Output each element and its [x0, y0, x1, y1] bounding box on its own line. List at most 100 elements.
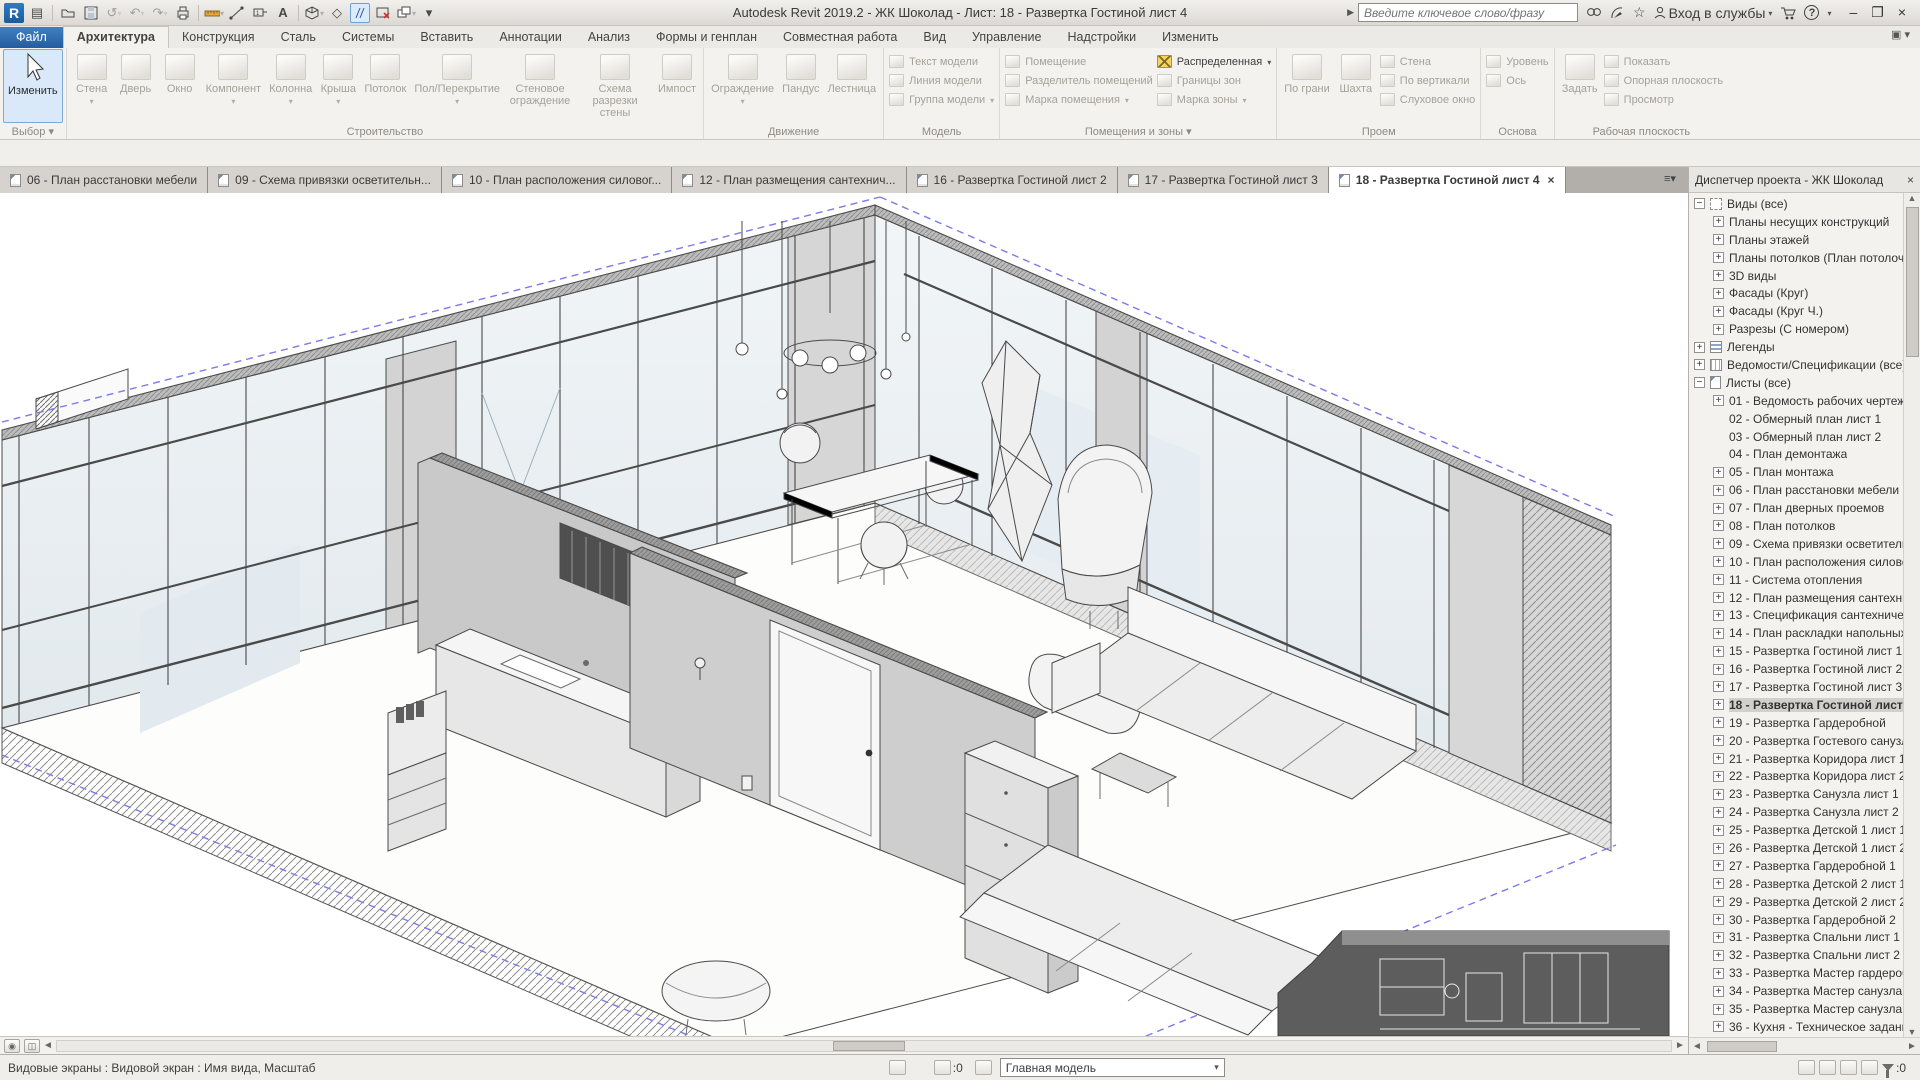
- tree-expander-icon[interactable]: [1713, 216, 1724, 227]
- tree-item[interactable]: 09 - Схема привязки осветительных прибор…: [1689, 535, 1903, 553]
- tree-expander-icon[interactable]: [1713, 288, 1724, 299]
- ribbon-tab[interactable]: Аннотации: [486, 27, 574, 48]
- tree-item[interactable]: 04 - План демонтажа: [1689, 445, 1903, 463]
- curtain-system-button[interactable]: Стеновое ограждение: [504, 49, 576, 108]
- drawing-area[interactable]: [0, 193, 1688, 1036]
- tree-item[interactable]: 31 - Развертка Спальни лист 1: [1689, 929, 1903, 947]
- ramp-button[interactable]: Пандус: [778, 49, 823, 96]
- save-icon[interactable]: [81, 3, 101, 23]
- door-button[interactable]: Дверь: [114, 49, 158, 96]
- tree-item[interactable]: 27 - Развертка Гардеробной 1: [1689, 857, 1903, 875]
- close-button[interactable]: ×: [1898, 4, 1906, 21]
- tree-expander-icon[interactable]: [1713, 1021, 1724, 1032]
- tree-item[interactable]: Виды (все): [1689, 195, 1903, 213]
- ribbon-tab[interactable]: Анализ: [575, 27, 643, 48]
- tree-expander-icon[interactable]: [1713, 324, 1724, 335]
- tree-item[interactable]: 32 - Развертка Спальни лист 2: [1689, 946, 1903, 964]
- doc-tab[interactable]: 06 - План расстановки мебели ×: [0, 167, 208, 193]
- opening-by-face-button[interactable]: По грани: [1280, 49, 1334, 96]
- shaft-button[interactable]: Шахта: [1334, 49, 1378, 96]
- restore-button[interactable]: ❐: [1871, 4, 1884, 21]
- room-tag-button[interactable]: Марка помещения▾: [1005, 91, 1153, 108]
- reveal-hidden-elements-icon[interactable]: ◉: [4, 1039, 20, 1053]
- ribbon-tab[interactable]: Сталь: [268, 27, 329, 48]
- open-icon[interactable]: [58, 3, 78, 23]
- ribbon-tab[interactable]: Управление: [959, 27, 1055, 48]
- tree-item[interactable]: 33 - Развертка Мастер гардеробной: [1689, 964, 1903, 982]
- tree-expander-icon[interactable]: [1713, 252, 1724, 263]
- ribbon-display-toggle[interactable]: ▣ ▾: [1881, 28, 1920, 44]
- doc-tab[interactable]: 18 - Развертка Гостиной лист 4 ×: [1329, 167, 1566, 193]
- wall-button[interactable]: Стена▾: [70, 49, 114, 109]
- tree-expander-icon[interactable]: [1713, 699, 1724, 710]
- ribbon-tab[interactable]: Архитектура: [63, 26, 169, 48]
- tree-expander-icon[interactable]: [1713, 950, 1724, 961]
- tree-item[interactable]: Планы этажей: [1689, 231, 1903, 249]
- tree-item[interactable]: 14 - План раскладки напольных покрытий: [1689, 624, 1903, 642]
- sync-icon[interactable]: ↺▾: [104, 3, 124, 23]
- wall-opening-button[interactable]: Стена: [1380, 53, 1476, 70]
- tree-expander-icon[interactable]: [1713, 467, 1724, 478]
- scroll-up-icon[interactable]: ▲: [1908, 193, 1917, 203]
- section-icon[interactable]: ◇: [327, 3, 347, 23]
- tree-item[interactable]: 15 - Развертка Гостиной лист 1: [1689, 642, 1903, 660]
- tree-item[interactable]: 16 - Развертка Гостиной лист 2: [1689, 660, 1903, 678]
- exclude-options-icon[interactable]: [1798, 1060, 1815, 1075]
- revit-logo[interactable]: R: [4, 3, 24, 23]
- tree-item[interactable]: 18 - Развертка Гостиной лист 4: [1689, 696, 1903, 714]
- tree-item[interactable]: 29 - Развертка Детской 2 лист 2: [1689, 893, 1903, 911]
- grid-button[interactable]: Ось: [1486, 72, 1548, 89]
- tree-item[interactable]: Ведомости/Спецификации (все): [1689, 356, 1903, 374]
- modify-button[interactable]: Изменить: [3, 49, 63, 123]
- tree-expander-icon[interactable]: [1713, 520, 1724, 531]
- ribbon-tab[interactable]: Вставить: [407, 27, 486, 48]
- tree-expander-icon[interactable]: [1713, 986, 1724, 997]
- tree-item[interactable]: 07 - План дверных проемов: [1689, 499, 1903, 517]
- tree-item[interactable]: 35 - Развертка Мастер санузла лист 2: [1689, 1000, 1903, 1018]
- tree-expander-icon[interactable]: [1694, 198, 1705, 209]
- doc-tab[interactable]: 09 - Схема привязки осветительн... ×: [208, 167, 442, 193]
- help-search-input[interactable]: [1358, 3, 1578, 22]
- tree-item[interactable]: 06 - План расстановки мебели: [1689, 481, 1903, 499]
- doc-tab[interactable]: 16 - Развертка Гостиной лист 2 ×: [907, 167, 1118, 193]
- room-button[interactable]: Помещение: [1005, 53, 1153, 70]
- tree-expander-icon[interactable]: [1713, 932, 1724, 943]
- level-button[interactable]: Уровень: [1486, 53, 1548, 70]
- help-menu-arrow[interactable]: ▾: [1827, 9, 1831, 18]
- tree-expander-icon[interactable]: [1713, 538, 1724, 549]
- tree-item[interactable]: 23 - Развертка Санузла лист 1: [1689, 785, 1903, 803]
- tree-expander-icon[interactable]: [1713, 771, 1724, 782]
- tree-item[interactable]: 05 - План монтажа: [1689, 463, 1903, 481]
- tree-item[interactable]: Легенды: [1689, 338, 1903, 356]
- model-group-button[interactable]: Группа модели▾: [889, 91, 994, 108]
- search-expand-icon[interactable]: ▶: [1347, 7, 1354, 18]
- tree-item[interactable]: Фасады (Круг): [1689, 284, 1903, 302]
- tree-expander-icon[interactable]: [1713, 610, 1724, 621]
- railing-button[interactable]: Ограждение▾: [707, 49, 778, 109]
- tree-item[interactable]: 11 - Система отопления: [1689, 571, 1903, 589]
- favorites-icon[interactable]: ☆: [1633, 4, 1646, 21]
- tree-item[interactable]: 36 - Кухня - Техническое задание: [1689, 1018, 1903, 1036]
- aligned-dimension-icon[interactable]: [227, 3, 247, 23]
- set-workplane-button[interactable]: Задать: [1558, 49, 1602, 96]
- tree-expander-icon[interactable]: [1713, 503, 1724, 514]
- curtain-grid-button[interactable]: Схема разрезки стены: [576, 49, 654, 120]
- tree-expander-icon[interactable]: [1713, 753, 1724, 764]
- tree-expander-icon[interactable]: [1713, 592, 1724, 603]
- sign-in-label[interactable]: Вход в службы: [1669, 5, 1766, 21]
- room-separator-button[interactable]: Разделитель помещений: [1005, 72, 1153, 89]
- tree-expander-icon[interactable]: [1713, 789, 1724, 800]
- tree-expander-icon[interactable]: [1694, 342, 1705, 353]
- tree-expander-icon[interactable]: [1713, 968, 1724, 979]
- tree-item[interactable]: 02 - Обмерный план лист 1: [1689, 410, 1903, 428]
- roof-button[interactable]: Крыша▾: [316, 49, 360, 109]
- design-options-select[interactable]: Главная модель ▾: [1000, 1058, 1225, 1077]
- customize-qat-icon[interactable]: ▾: [419, 3, 439, 23]
- project-browser-header[interactable]: Диспетчер проекта - ЖК Шоколад ×: [1689, 167, 1920, 193]
- panel-label-select[interactable]: Выбор ▾: [0, 125, 66, 138]
- tree-expander-icon[interactable]: [1713, 628, 1724, 639]
- tree-expander-icon[interactable]: [1713, 717, 1724, 728]
- tree-item[interactable]: 19 - Развертка Гардеробной: [1689, 714, 1903, 732]
- sign-in-icon[interactable]: Вход в службы ▾: [1654, 5, 1773, 21]
- tree-expander-icon[interactable]: [1713, 574, 1724, 585]
